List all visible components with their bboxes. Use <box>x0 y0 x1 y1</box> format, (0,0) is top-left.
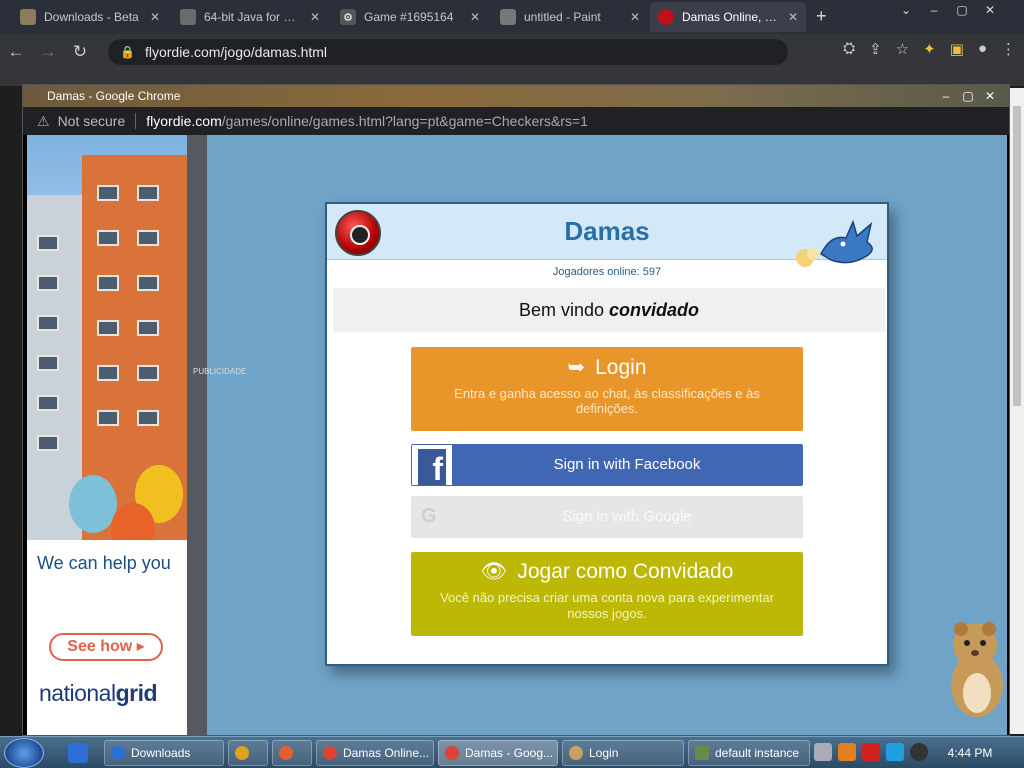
login-description: Entra e ganha acesso ao chat, às classif… <box>454 386 760 416</box>
tray-app-icon[interactable] <box>910 743 928 761</box>
eye-icon: 👁 <box>480 560 508 583</box>
tab-search-icon[interactable]: ⌄ <box>892 0 920 20</box>
facebook-signin-button[interactable]: f Sign in with Facebook <box>411 444 803 486</box>
facebook-icon: f <box>412 445 452 485</box>
ad-see-how-button[interactable]: See how ▸ <box>49 633 163 661</box>
tab-favicon-icon <box>20 9 36 25</box>
tab-close-icon[interactable]: ✕ <box>310 10 320 24</box>
advertisement[interactable]: We can help you See how ▸ nationalgrid <box>27 135 187 735</box>
tab-close-icon[interactable]: ✕ <box>630 10 640 24</box>
browser-tab-active[interactable]: Damas Online, Jogo ✕ <box>650 2 806 32</box>
popup-minimize-icon[interactable]: – <box>937 85 955 107</box>
hamster-mascot-icon <box>951 622 1003 717</box>
tab-close-icon[interactable]: ✕ <box>150 10 160 24</box>
back-icon[interactable]: ← <box>0 42 32 62</box>
page-scrollbar[interactable] <box>1010 88 1024 734</box>
popup-title: Damas - Google Chrome <box>47 89 181 103</box>
username-label: convidado <box>609 300 700 320</box>
taskbar-button[interactable]: Downloads <box>104 740 224 766</box>
login-app-icon <box>569 746 583 760</box>
url-host: flyordie.com <box>146 113 222 129</box>
taskbar-button[interactable]: default instance <box>688 740 810 766</box>
tab-close-icon[interactable]: ✕ <box>788 10 798 24</box>
tab-favicon-icon <box>500 9 516 25</box>
chrome-icon <box>445 746 459 760</box>
tab-close-icon[interactable]: ✕ <box>470 10 480 24</box>
toolbar-actions: ⛭ ⇪ ☆ ✦ ▣ ● ⋮ <box>843 40 1016 58</box>
taskbar-button[interactable]: Login <box>562 740 684 766</box>
ad-side-strip: PUBLICIDADE <box>187 135 247 735</box>
start-button[interactable] <box>4 738 44 768</box>
tray-network-icon[interactable] <box>814 743 832 761</box>
tab-favicon-icon <box>180 9 196 25</box>
close-icon[interactable]: ✕ <box>976 0 1004 20</box>
guest-description: Você não precisa criar uma conta nova pa… <box>440 590 774 621</box>
popup-close-icon[interactable]: ✕ <box>981 85 999 107</box>
app-icon <box>279 746 293 760</box>
minecraft-icon <box>695 746 709 760</box>
google-icon: G <box>421 505 437 527</box>
browser-toolbar: ← → ↻ 🔒 flyordie.com/jogo/damas.html ⛭ ⇪… <box>0 34 1024 70</box>
browser-tab[interactable]: ⚙ Game #1695164 ✕ <box>332 2 488 32</box>
profile-icon[interactable]: ● <box>978 40 987 58</box>
window-controls: ⌄ – ▢ ✕ <box>892 0 1004 20</box>
taskbar-button-active[interactable]: Damas - Goog... <box>438 740 558 766</box>
tray-search-icon[interactable] <box>838 743 856 761</box>
new-tab-icon[interactable]: + <box>816 6 827 27</box>
tab-favicon-icon <box>658 9 674 25</box>
online-players-count: Jogadores online: 597 <box>552 266 662 278</box>
tab-favicon-icon: ⚙ <box>340 9 356 25</box>
taskbar-button[interactable]: Damas Online... <box>316 740 434 766</box>
maximize-icon[interactable]: ▢ <box>948 0 976 20</box>
play-as-guest-button[interactable]: 👁 Jogar como Convidado Você não precisa … <box>411 552 803 636</box>
lock-icon: 🔒 <box>120 45 135 59</box>
forward-icon[interactable]: → <box>32 42 64 62</box>
google-signin-button[interactable]: G Sign in with Google <box>411 496 803 538</box>
game-page: We can help you See how ▸ nationalgrid P… <box>27 135 1007 735</box>
game-login-panel: Damas Jogadores online: 597 Bem vindo co… <box>325 202 889 666</box>
browser-tab[interactable]: 64-bit Java for Windows ✕ <box>172 2 328 32</box>
system-tray <box>814 743 928 761</box>
taskbar-button[interactable] <box>272 740 312 766</box>
sidebar-icon[interactable]: ▣ <box>950 40 964 58</box>
panel-header: Damas <box>327 204 887 267</box>
browser-tabstrip: Downloads - Beta ✕ 64-bit Java for Windo… <box>0 0 1024 34</box>
system-clock[interactable]: 4:44 PM <box>930 737 1010 768</box>
chrome-icon <box>323 746 337 760</box>
popup-maximize-icon[interactable]: ▢ <box>959 85 977 107</box>
tray-display-icon[interactable] <box>886 743 904 761</box>
media-player-icon <box>235 746 249 760</box>
url-path: /games/online/games.html?lang=pt&game=Ch… <box>221 113 588 129</box>
ad-image <box>27 135 187 540</box>
bookmark-star-icon[interactable]: ☆ <box>896 40 909 58</box>
popup-titlebar: Damas - Google Chrome – ▢ ✕ <box>23 85 1009 107</box>
browser-tab[interactable]: Downloads - Beta ✕ <box>12 2 168 32</box>
minimize-icon[interactable]: – <box>920 0 948 20</box>
dragon-mascot-icon <box>796 219 873 267</box>
share-icon[interactable]: ⇪ <box>869 40 882 58</box>
extensions-icon[interactable]: ✦ <box>923 40 936 58</box>
popup-address-bar[interactable]: ⚠ Not secure flyordie.com /games/online/… <box>23 107 1009 135</box>
reload-icon[interactable]: ↻ <box>64 42 96 62</box>
ad-side-label: PUBLICIDADE <box>193 367 247 376</box>
welcome-banner: Bem vindo convidado <box>333 288 885 332</box>
login-button[interactable]: ➥ Login Entra e ganha acesso ao chat, às… <box>411 347 803 431</box>
taskbar-button[interactable] <box>228 740 268 766</box>
tray-flag-icon[interactable] <box>862 743 880 761</box>
taskbar: Downloads Damas Online... Damas - Goog..… <box>0 736 1024 768</box>
browser-tab[interactable]: untitled - Paint ✕ <box>492 2 648 32</box>
internet-explorer-icon[interactable] <box>68 743 88 763</box>
address-bar[interactable]: 🔒 flyordie.com/jogo/damas.html <box>108 39 788 65</box>
ad-tagline: We can help you <box>37 553 171 573</box>
security-label: Not secure <box>57 113 126 129</box>
scrollbar-thumb[interactable] <box>1013 106 1021 406</box>
translate-icon[interactable]: ⛭ <box>843 40 855 58</box>
login-icon: ➥ <box>567 356 586 379</box>
ad-brand-logo: nationalgrid <box>39 680 158 706</box>
downloads-app-icon <box>111 746 125 760</box>
menu-icon[interactable]: ⋮ <box>1001 40 1016 58</box>
warning-icon: ⚠ <box>37 112 50 129</box>
popup-window: Damas - Google Chrome – ▢ ✕ ⚠ Not secure… <box>22 84 1010 736</box>
